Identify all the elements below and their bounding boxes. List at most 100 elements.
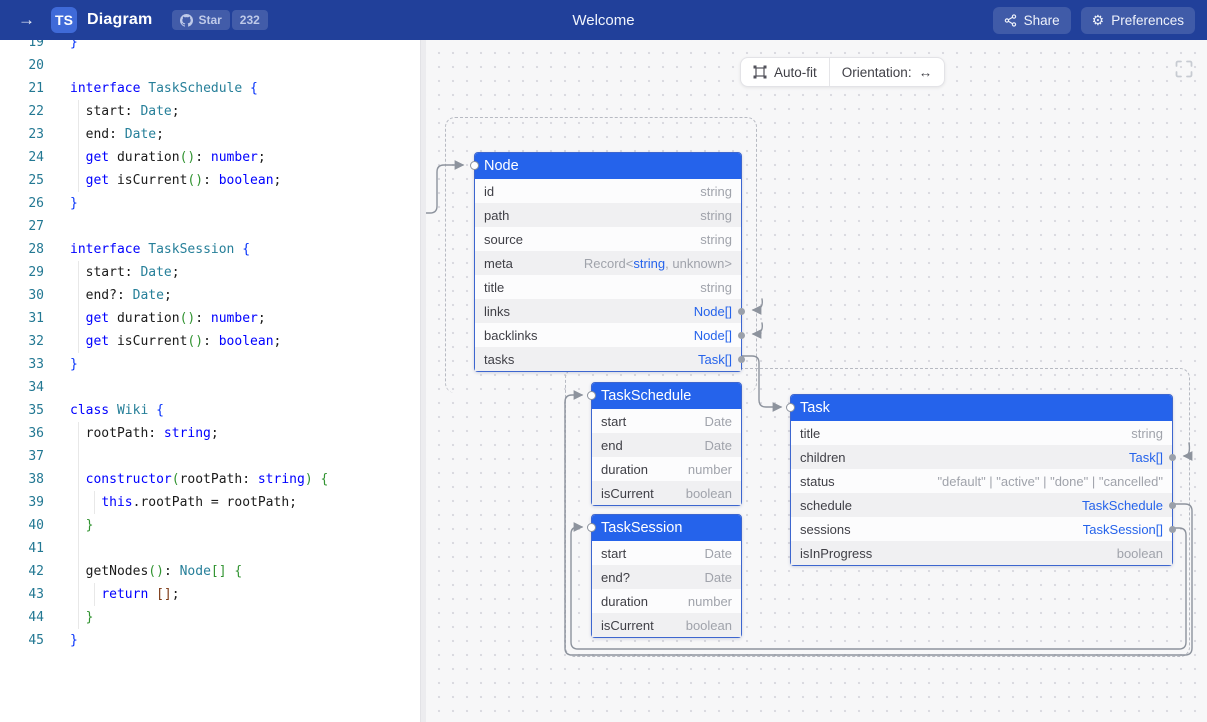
code-line[interactable]: 24 get duration(): number; xyxy=(0,146,420,169)
code-line[interactable]: 36 rootPath: string; xyxy=(0,422,420,445)
code-line[interactable]: 26} xyxy=(0,192,420,215)
edge-node-links-self[interactable] xyxy=(753,299,762,310)
field-row-isCurrent[interactable]: isCurrentboolean xyxy=(592,481,741,505)
entity-table-task[interactable]: TasktitlestringchildrenTask[]status"defa… xyxy=(790,394,1173,566)
field-row-children[interactable]: childrenTask[] xyxy=(791,445,1172,469)
field-row-sessions[interactable]: sessionsTaskSession[] xyxy=(791,517,1172,541)
code-line[interactable]: 19} xyxy=(0,40,420,54)
code-text: get isCurrent(): boolean; xyxy=(44,169,281,192)
github-star-button[interactable]: Star xyxy=(172,10,229,30)
target-handle[interactable] xyxy=(786,403,795,412)
field-row-end[interactable]: end?Date xyxy=(592,565,741,589)
code-line[interactable]: 32 get isCurrent(): boolean; xyxy=(0,330,420,353)
field-row-title[interactable]: titlestring xyxy=(475,275,741,299)
line-number: 29 xyxy=(0,261,44,284)
app-logo[interactable]: TS xyxy=(51,7,77,33)
type-link[interactable]: Node[] xyxy=(694,328,732,343)
code-line[interactable]: 40 } xyxy=(0,514,420,537)
table-header[interactable]: Node xyxy=(475,153,741,179)
code-text xyxy=(44,445,70,468)
field-row-start[interactable]: startDate xyxy=(592,541,741,565)
field-row-title[interactable]: titlestring xyxy=(791,421,1172,445)
code-editor[interactable]: 19}2021interface TaskSchedule {22 start:… xyxy=(0,40,420,722)
source-handle[interactable] xyxy=(1169,526,1176,533)
code-line[interactable]: 38 constructor(rootPath: string) { xyxy=(0,468,420,491)
github-star-widget[interactable]: Star 232 xyxy=(172,10,267,30)
field-type: "default" | "active" | "done" | "cancell… xyxy=(937,474,1163,489)
code-line[interactable]: 45} xyxy=(0,629,420,652)
edge-node-backlinks-self[interactable] xyxy=(753,323,762,334)
table-header[interactable]: TaskSession xyxy=(592,515,741,541)
field-type: number xyxy=(688,462,732,477)
field-row-status[interactable]: status"default" | "active" | "done" | "c… xyxy=(791,469,1172,493)
orientation-button[interactable]: Orientation: ↔ xyxy=(830,58,944,86)
type-link[interactable]: Task[] xyxy=(1129,450,1163,465)
code-line[interactable]: 21interface TaskSchedule { xyxy=(0,77,420,100)
code-line[interactable]: 25 get isCurrent(): boolean; xyxy=(0,169,420,192)
auto-fit-button[interactable]: Auto-fit xyxy=(741,58,829,86)
target-handle[interactable] xyxy=(587,391,596,400)
code-line[interactable]: 37 xyxy=(0,445,420,468)
code-line[interactable]: 28interface TaskSession { xyxy=(0,238,420,261)
field-row-end[interactable]: endDate xyxy=(592,433,741,457)
code-line[interactable]: 44 } xyxy=(0,606,420,629)
share-button[interactable]: Share xyxy=(993,7,1071,34)
code-line[interactable]: 39 this.rootPath = rootPath; xyxy=(0,491,420,514)
type-link[interactable]: TaskSchedule xyxy=(1082,498,1163,513)
code-line[interactable]: 31 get duration(): number; xyxy=(0,307,420,330)
top-bar-right: Share ⚙ Preferences xyxy=(993,7,1195,34)
preferences-button[interactable]: ⚙ Preferences xyxy=(1081,7,1195,34)
field-row-duration[interactable]: durationnumber xyxy=(592,457,741,481)
code-line[interactable]: 33} xyxy=(0,353,420,376)
field-row-tasks[interactable]: tasksTask[] xyxy=(475,347,741,371)
type-link[interactable]: Task[] xyxy=(698,352,732,367)
code-line[interactable]: 34 xyxy=(0,376,420,399)
target-handle[interactable] xyxy=(470,161,479,170)
type-link[interactable]: TaskSession[] xyxy=(1083,522,1163,537)
code-line[interactable]: 23 end: Date; xyxy=(0,123,420,146)
code-line[interactable]: 43 return []; xyxy=(0,583,420,606)
code-text: getNodes(): Node[] { xyxy=(44,560,242,583)
field-row-isCurrent[interactable]: isCurrentboolean xyxy=(592,613,741,637)
field-row-meta[interactable]: metaRecord<string, unknown> xyxy=(475,251,741,275)
entity-table-tasksession[interactable]: TaskSessionstartDateend?Datedurationnumb… xyxy=(591,514,742,638)
code-text: start: Date; xyxy=(44,261,180,284)
field-row-source[interactable]: sourcestring xyxy=(475,227,741,251)
entity-table-node[interactable]: NodeidstringpathstringsourcestringmetaRe… xyxy=(474,152,742,372)
back-arrow-icon[interactable]: → xyxy=(12,10,41,30)
source-handle[interactable] xyxy=(738,356,745,363)
source-handle[interactable] xyxy=(738,332,745,339)
code-line[interactable]: 29 start: Date; xyxy=(0,261,420,284)
field-row-start[interactable]: startDate xyxy=(592,409,741,433)
diagram-canvas[interactable]: NodeidstringpathstringsourcestringmetaRe… xyxy=(426,40,1207,722)
source-handle[interactable] xyxy=(1169,454,1176,461)
table-header[interactable]: TaskSchedule xyxy=(592,383,741,409)
line-number: 44 xyxy=(0,606,44,629)
entity-table-taskschedule[interactable]: TaskSchedulestartDateendDatedurationnumb… xyxy=(591,382,742,506)
field-row-backlinks[interactable]: backlinksNode[] xyxy=(475,323,741,347)
type-link[interactable]: string xyxy=(633,256,665,271)
field-row-links[interactable]: linksNode[] xyxy=(475,299,741,323)
table-header[interactable]: Task xyxy=(791,395,1172,421)
code-line[interactable]: 30 end?: Date; xyxy=(0,284,420,307)
code-line[interactable]: 35class Wiki { xyxy=(0,399,420,422)
code-line[interactable]: 41 xyxy=(0,537,420,560)
source-handle[interactable] xyxy=(738,308,745,315)
edge-task-children-self[interactable] xyxy=(1184,443,1189,456)
code-line[interactable]: 22 start: Date; xyxy=(0,100,420,123)
code-line[interactable]: 20 xyxy=(0,54,420,77)
edge-node-tasks-to-task[interactable] xyxy=(742,356,781,407)
fullscreen-icon[interactable] xyxy=(1175,60,1193,78)
field-row-id[interactable]: idstring xyxy=(475,179,741,203)
code-line[interactable]: 27 xyxy=(0,215,420,238)
source-handle[interactable] xyxy=(1169,502,1176,509)
field-row-schedule[interactable]: scheduleTaskSchedule xyxy=(791,493,1172,517)
code-line[interactable]: 42 getNodes(): Node[] { xyxy=(0,560,420,583)
field-row-duration[interactable]: durationnumber xyxy=(592,589,741,613)
type-link[interactable]: Node[] xyxy=(694,304,732,319)
field-row-path[interactable]: pathstring xyxy=(475,203,741,227)
target-handle[interactable] xyxy=(587,523,596,532)
star-count-badge[interactable]: 232 xyxy=(232,10,268,30)
edge-wiki-getnodes-to-node[interactable] xyxy=(426,165,463,213)
field-row-isInProgress[interactable]: isInProgressboolean xyxy=(791,541,1172,565)
